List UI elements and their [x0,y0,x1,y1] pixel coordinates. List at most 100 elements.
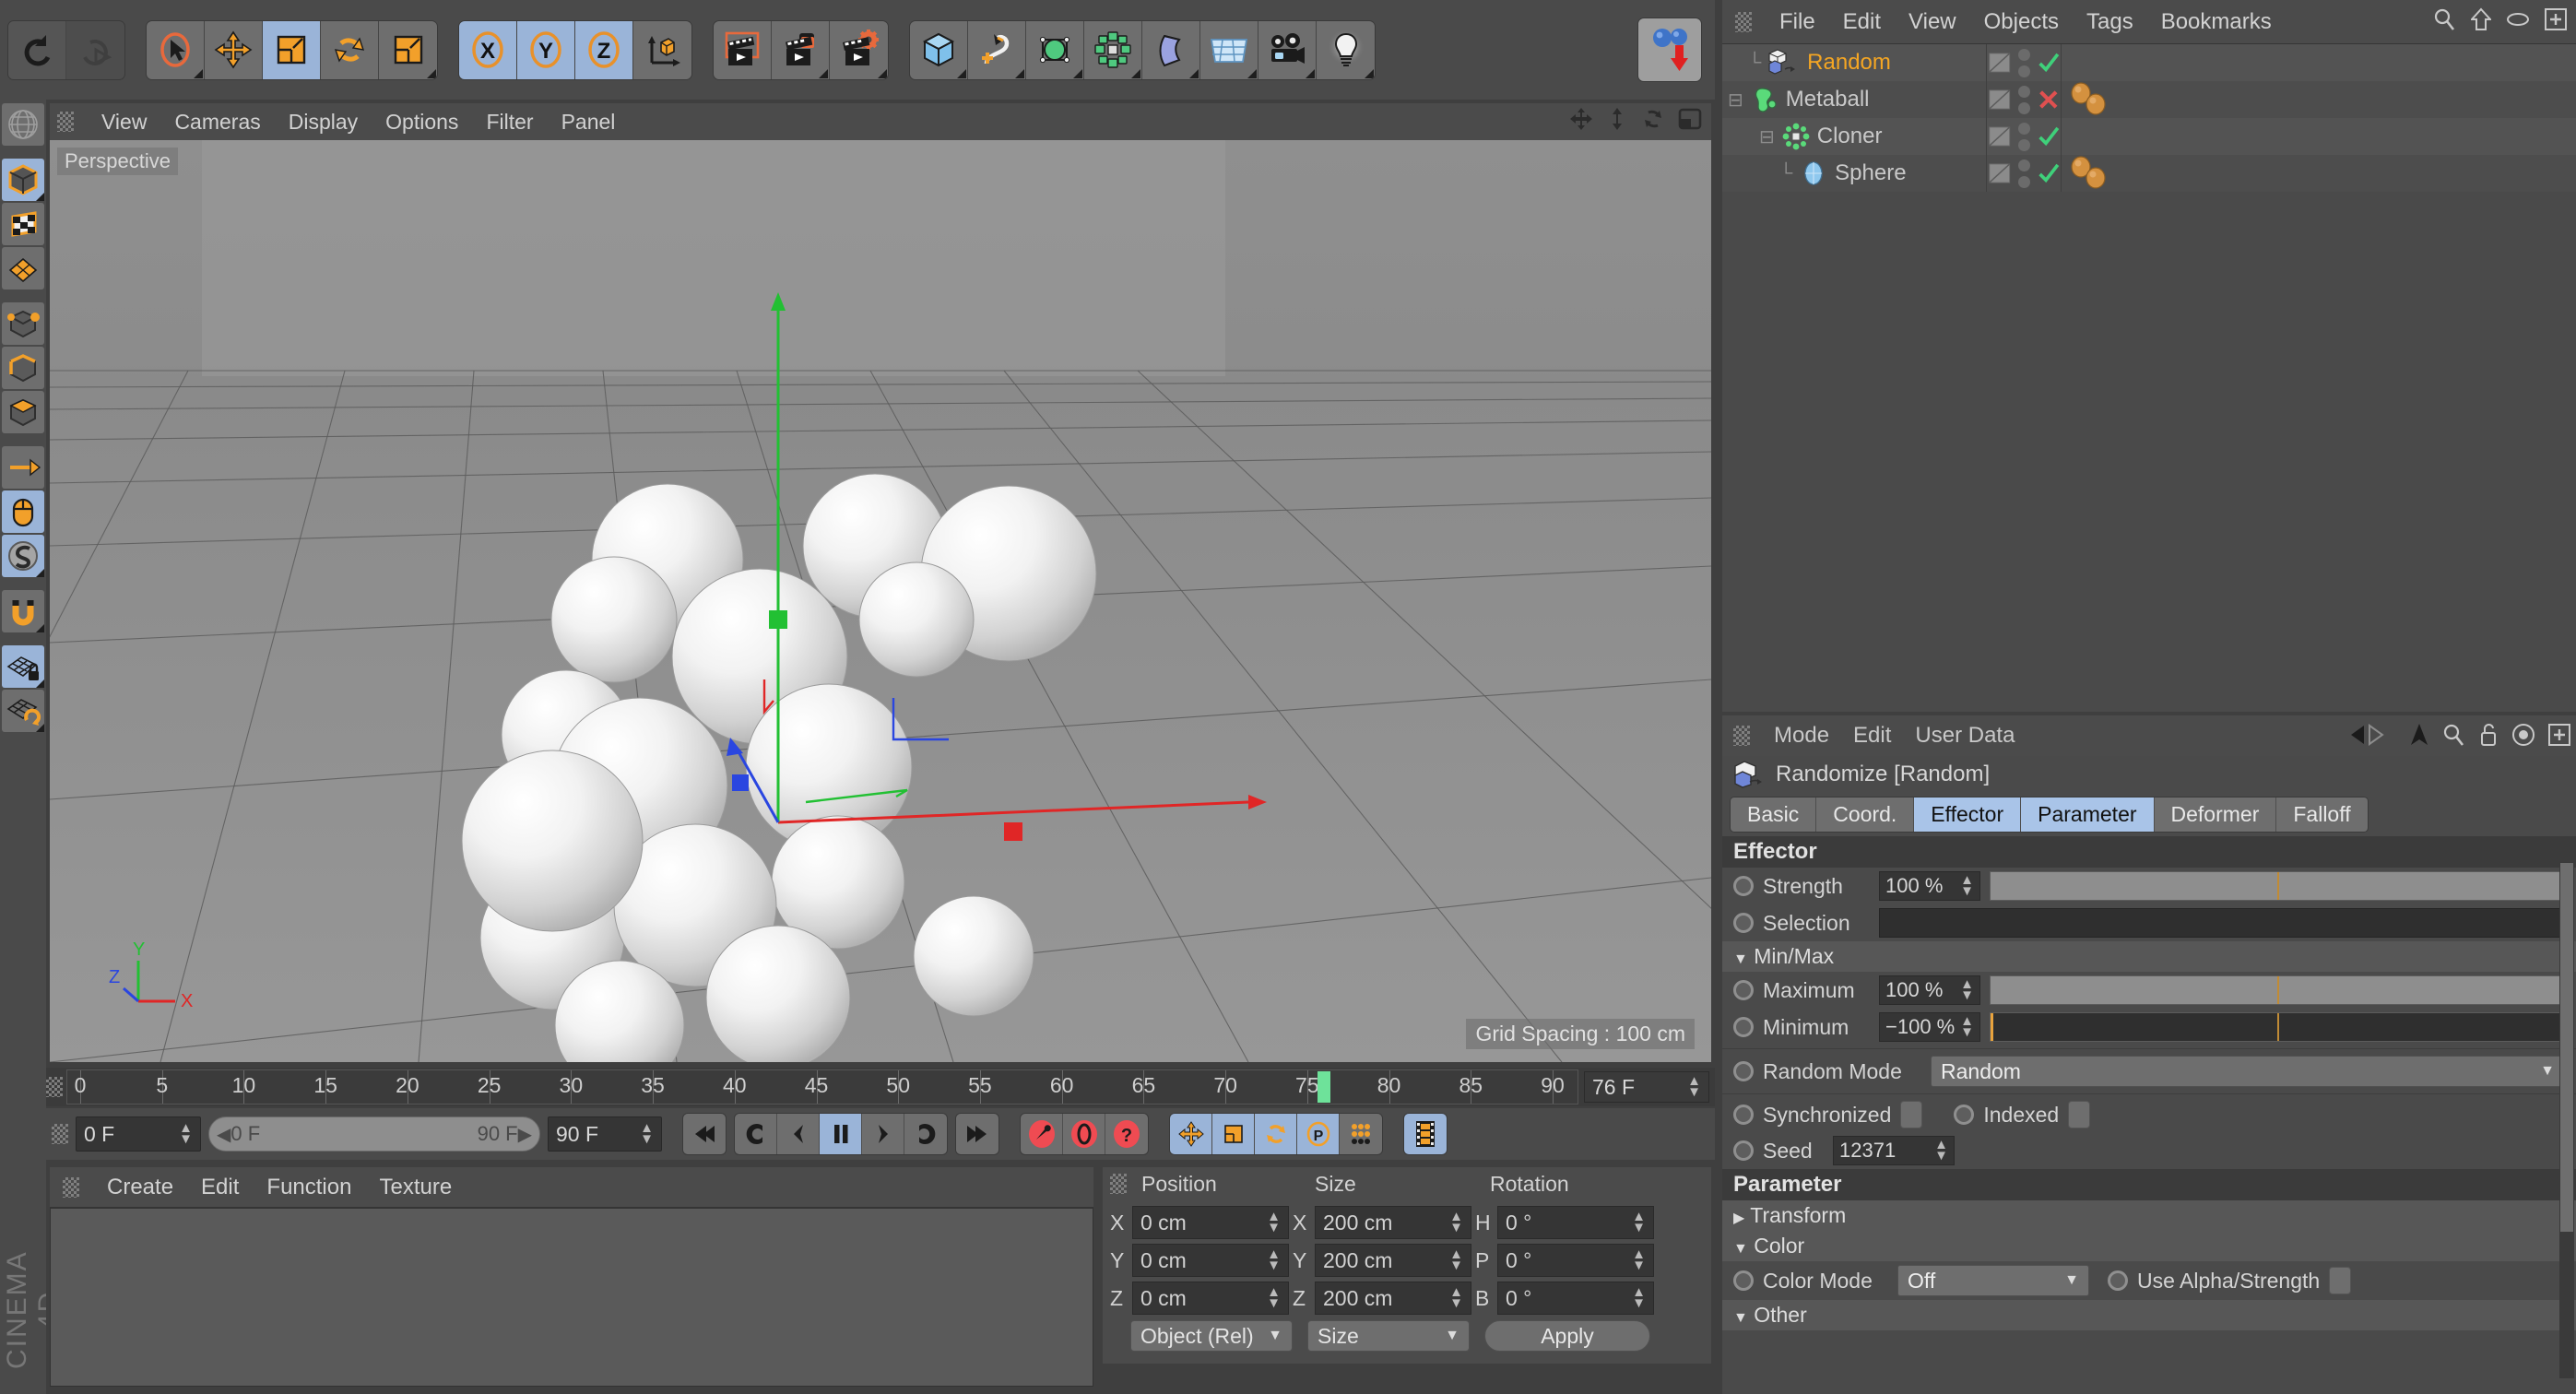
timeline-button[interactable] [1404,1114,1447,1154]
make-editable-button[interactable] [2,103,44,146]
loop-button[interactable] [904,1114,947,1154]
add-spline-button[interactable] [968,20,1026,79]
coordinate-mode-dropdown[interactable]: Object (Rel) ▼ [1130,1320,1293,1352]
maximum-field[interactable]: 100 % ▲ ▼ [1879,975,1980,1005]
object-tags-cell[interactable] [2062,44,2576,81]
object-tags-cell[interactable] [2062,81,2576,118]
object-menu-tags[interactable]: Tags [2086,9,2133,35]
editor-visibility-icon[interactable] [1987,86,2012,113]
lock-workplane-button[interactable] [2,645,44,688]
preview-range-slider[interactable]: ◀ 0 F 90 F ▶ [208,1116,540,1152]
tab-coord[interactable]: Coord. [1816,797,1915,832]
add-light-button[interactable] [1317,20,1375,79]
lock-y-axis-button[interactable]: Y [517,20,575,79]
key-pla-button[interactable] [1340,1114,1382,1154]
pos-y-field[interactable]: 0 cm ▲ ▼ [1132,1244,1289,1277]
render-view-button[interactable] [714,20,772,79]
timeline-playhead[interactable] [1317,1071,1330,1103]
key-scale-button[interactable] [1212,1114,1255,1154]
selection-dropzone[interactable] [1879,908,2565,938]
viewport-menu-display[interactable]: Display [289,110,358,135]
rot-p-field[interactable]: 0 ° ▲ ▼ [1497,1244,1654,1277]
maximum-anim-toggle[interactable] [1733,980,1754,1000]
key-rotation-button[interactable] [1255,1114,1297,1154]
planar-workplane-button[interactable] [2,690,44,732]
seed-spinner[interactable]: ▲ ▼ [1934,1138,1948,1163]
material-menu-function[interactable]: Function [266,1175,351,1200]
texture-mode-button[interactable] [2,203,44,245]
editor-visibility-icon[interactable] [1987,123,2012,150]
enabled-check-icon[interactable] [2037,124,2061,149]
tree-expand-toggle[interactable]: └ [1748,53,1761,74]
magnet-tool-button[interactable] [2,590,44,632]
attribute-menu-user-data[interactable]: User Data [1915,723,2015,749]
model-mode-button[interactable] [2,159,44,201]
group-other[interactable]: ▼ Other [1722,1300,2576,1330]
size-z-field[interactable]: 200 cm ▲ ▼ [1315,1282,1471,1315]
viewport-menu-panel[interactable]: Panel [561,110,616,135]
animbar-grip-icon[interactable] [52,1124,68,1144]
range-start-spinner[interactable]: ▲ ▼ [179,1121,193,1146]
object-menu-file[interactable]: File [1779,9,1815,35]
strength-field[interactable]: 100 % ▲ ▼ [1879,871,1980,901]
color-mode-dropdown[interactable]: Off ▼ [1897,1265,2089,1296]
rot-h-field[interactable]: 0 ° ▲ ▼ [1497,1206,1654,1239]
lock-x-axis-button[interactable]: X [459,20,517,79]
object-menu-edit[interactable]: Edit [1843,9,1881,35]
group-transform[interactable]: ▶ Transform [1722,1200,2576,1231]
object-row-sphere[interactable]: └ Sphere [1722,155,2576,192]
random-mode-anim-toggle[interactable] [1733,1061,1754,1081]
step-forward-button[interactable] [862,1114,904,1154]
object-row-metaball[interactable]: ⊟ Metaball [1722,81,2576,118]
range-end-field[interactable]: 90 F ▲ ▼ [548,1116,662,1152]
editor-visibility-icon[interactable] [1987,49,2012,77]
move-tool[interactable] [205,20,263,79]
polygon-mode-button[interactable] [2,391,44,433]
pos-x-field[interactable]: 0 cm ▲ ▼ [1132,1206,1289,1239]
tab-falloff[interactable]: Falloff [2276,797,2368,832]
visibility-dots[interactable] [2018,159,2031,188]
object-manager-grip-icon[interactable] [1735,11,1752,32]
disabled-cross-icon[interactable] [2037,87,2061,112]
rotate-tool[interactable] [321,20,379,79]
minimum-field[interactable]: −100 % ▲ ▼ [1879,1012,1980,1042]
attribute-menu-mode[interactable]: Mode [1774,723,1829,749]
tab-deformer[interactable]: Deformer [2154,797,2277,832]
viewport-menu-cameras[interactable]: Cameras [174,110,260,135]
pos-x-spinner[interactable]: ▲ ▼ [1267,1210,1281,1235]
random-mode-dropdown[interactable]: Random ▼ [1931,1056,2565,1087]
size-y-field[interactable]: 200 cm ▲ ▼ [1315,1244,1471,1277]
tab-basic[interactable]: Basic [1731,797,1817,832]
range-start-field[interactable]: 0 F ▲ ▼ [76,1116,201,1152]
enabled-check-icon[interactable] [2037,160,2061,186]
record-keyframe-button[interactable] [1021,1114,1063,1154]
soft-selection-button[interactable] [2,535,44,577]
visibility-dots[interactable] [2018,122,2031,151]
minimum-anim-toggle[interactable] [1733,1017,1754,1037]
use-alpha-checkbox[interactable] [2329,1267,2352,1294]
att-scroll-thumb[interactable] [2560,863,2573,1232]
range-end-spinner[interactable]: ▲ ▼ [640,1121,654,1146]
apply-button[interactable]: Apply [1484,1320,1650,1352]
object-tags-cell[interactable] [2062,155,2576,192]
tree-expand-toggle[interactable]: ⊟ [1759,125,1775,148]
object-visibility-cell[interactable] [1986,81,2062,118]
attribute-grip-icon[interactable] [1733,726,1750,746]
seed-field[interactable]: 12371 ▲ ▼ [1833,1136,1955,1165]
go-to-start-button[interactable] [683,1114,726,1154]
timeline-ruler[interactable]: 0 5 10 15 20 25 30 35 40 45 50 55 60 65 70 75 80 85 90 [66,1069,1578,1105]
edge-mode-button[interactable] [2,347,44,389]
group-color[interactable]: ▼ Color [1722,1231,2576,1261]
indexed-anim-toggle[interactable] [1954,1105,1975,1125]
object-name-cell[interactable]: ⊟ Cloner [1722,123,1986,150]
object-tags-cell[interactable] [2062,118,2576,155]
keyframe-selection-button[interactable]: ? [1105,1114,1148,1154]
rot-b-spinner[interactable]: ▲ ▼ [1632,1285,1646,1310]
editor-visibility-icon[interactable] [1987,159,2012,187]
viewport-menu-filter[interactable]: Filter [486,110,533,135]
maximum-spinner[interactable]: ▲ ▼ [1960,977,1974,1002]
previous-key-button[interactable] [735,1114,777,1154]
go-to-end-button[interactable] [956,1114,998,1154]
material-grip-icon[interactable] [63,1176,79,1198]
indexed-checkbox[interactable] [2068,1101,2091,1128]
